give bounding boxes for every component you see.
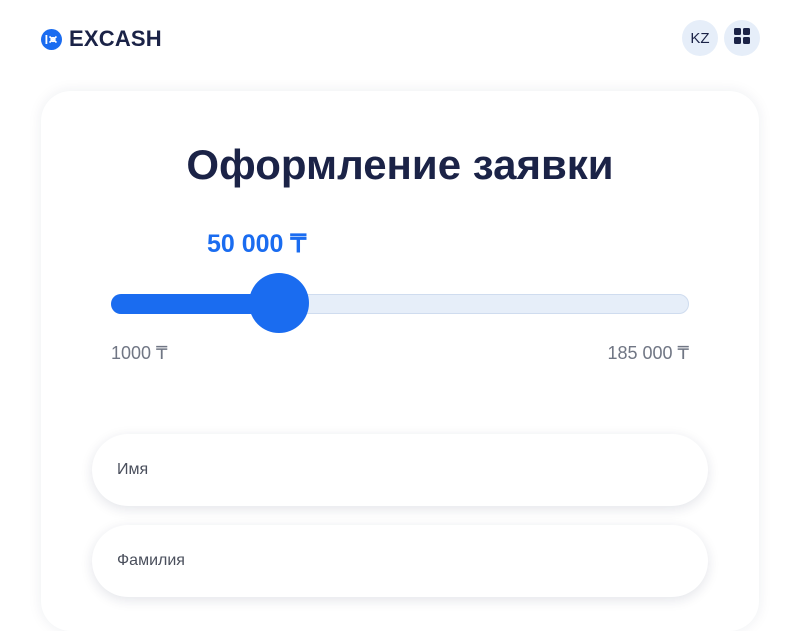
logo-text: EXCASH [69, 26, 162, 51]
amount-value: 50 000 ₸ [207, 230, 307, 258]
slider-max-label: 185 000 ₸ [607, 343, 689, 363]
menu-button[interactable] [724, 20, 760, 56]
last-name-input[interactable] [92, 525, 708, 597]
first-name-input[interactable] [92, 434, 708, 506]
excash-logo-icon [41, 28, 62, 50]
amount-slider[interactable] [111, 273, 689, 335]
logo[interactable]: EXCASH [41, 26, 162, 52]
slider-min-label: 1000 ₸ [111, 343, 168, 363]
slider-thumb[interactable] [249, 273, 310, 333]
application-form-card: Оформление заявки 50 000 ₸ 1000 ₸ 185 00… [41, 91, 759, 631]
page-title: Оформление заявки [186, 141, 614, 188]
grid-icon [734, 27, 750, 49]
header: EXCASH KZ [0, 0, 800, 76]
language-button[interactable]: KZ [682, 20, 718, 56]
